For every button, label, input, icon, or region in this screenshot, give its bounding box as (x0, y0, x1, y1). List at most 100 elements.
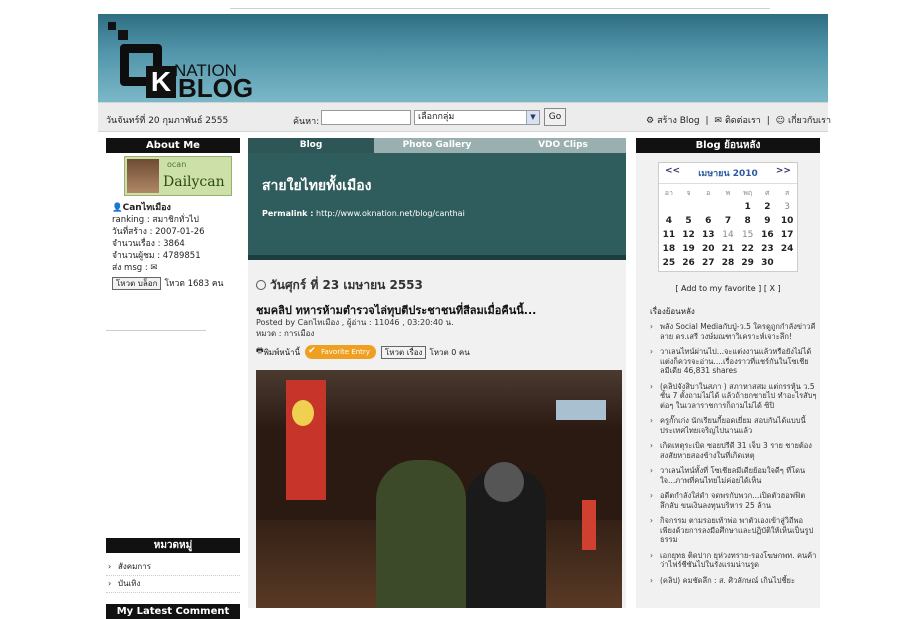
calendar-day[interactable]: 3 (777, 200, 797, 214)
calendar-day[interactable]: 5 (679, 214, 699, 228)
calendar-day[interactable]: 20 (698, 242, 718, 256)
archive-item[interactable]: (คลิปจังสิบาในสภา ) สภาหาสสม แต่กรรหุ้น … (650, 382, 818, 411)
calendar-day[interactable]: 7 (718, 214, 738, 228)
calendar-day[interactable] (659, 200, 679, 214)
oknation-blog-logo[interactable]: K NATION BLOG (108, 22, 258, 102)
archive-item[interactable]: วาเลนไทน์ทั้งที่ โซเชียลมีเดียย้อมใจดีๆ … (650, 466, 818, 485)
post-meta: Posted by Canไทเมือง , ผู้อ่าน : 11046 ,… (256, 317, 454, 339)
create-blog-link[interactable]: สร้าง Blog (657, 116, 700, 126)
archive-item[interactable]: เกิดเหตุระเบิด ซอยปรีดี 31 เจ็บ 3 ราย ชา… (650, 441, 818, 460)
logo-blog-text: BLOG (178, 73, 254, 103)
permalink: Permalink : http://www.oknation.net/blog… (262, 209, 465, 218)
calendar-weekdays: อา จ อ พ พฤ ศ ส (659, 186, 797, 200)
contact-link[interactable]: ติดต่อเรา (725, 116, 761, 126)
calendar-day[interactable]: 13 (698, 228, 718, 242)
post-date-text: วันศุกร์ ที่ 23 เมษายน 2553 (270, 278, 423, 292)
story-count: จำนวนเรื่อง : 3864 (112, 239, 185, 249)
calendar-day[interactable]: 25 (659, 256, 679, 270)
print-icon[interactable]: 🖶 (256, 345, 264, 359)
calendar-day[interactable]: 26 (679, 256, 699, 270)
latest-comment-heading: My Latest Comment (106, 604, 240, 619)
chevron-down-icon[interactable]: ▼ (526, 111, 539, 124)
page-wrapper: K NATION BLOG วันจันทร์ที่ 20 กุมภาพันธ์… (98, 14, 831, 619)
calendar-day[interactable]: 27 (698, 256, 718, 270)
archive-heading: Blog ย้อนหลัง (636, 138, 820, 153)
calendar-day[interactable]: 8 (738, 214, 758, 228)
video-soldier (376, 460, 466, 608)
calendar-day[interactable]: 28 (718, 256, 738, 270)
calendar-day[interactable] (777, 256, 797, 270)
calendar-day[interactable]: 14 (718, 228, 738, 242)
calendar-day[interactable]: 12 (679, 228, 699, 242)
calendar-day[interactable]: 16 (758, 228, 778, 242)
go-button[interactable]: Go (544, 108, 566, 126)
categories-heading: หมวดหมู่ (106, 538, 240, 553)
add-favorite-links[interactable]: [ Add to my favorite ] [ X ] (636, 284, 820, 293)
user-icon: 👤 (112, 203, 123, 213)
logo-square-1 (108, 22, 116, 30)
permalink-label: Permalink : (262, 209, 314, 218)
visitor-count: จำนวนผู้ชม : 4789851 (112, 251, 201, 261)
calendar-day[interactable]: 19 (679, 242, 699, 256)
avatar-name: Dailycan (163, 174, 225, 190)
avatar[interactable]: ocan Dailycan (124, 156, 232, 196)
calendar-day[interactable]: 29 (738, 256, 758, 270)
calendar-day[interactable]: 30 (758, 256, 778, 270)
favorite-entry-button[interactable]: Favorite Entry (305, 345, 376, 359)
calendar-day[interactable] (698, 200, 718, 214)
archive-item[interactable]: พลัง Social Mediaกับปู่-ว.5 ใครดูถูกกำลั… (650, 322, 818, 341)
calendar-day[interactable]: 24 (777, 242, 797, 256)
archive-item[interactable]: วาเลนไทน์ผ่านไป...จะแต่งงานแล้วหรือยังไม… (650, 347, 818, 376)
profile-info: 👤Canไทเมือง ranking : สมาชิกทั่วไป วันที… (112, 202, 223, 290)
divider (106, 330, 206, 331)
permalink-url[interactable]: http://www.oknation.net/blog/canthai (316, 209, 465, 218)
calendar-day[interactable]: 9 (758, 214, 778, 228)
vote-blog-button[interactable]: โหวต บล็อก (112, 277, 162, 290)
send-msg-label: ส่ง msg : (112, 263, 148, 273)
tab-bar: Blog Photo Gallery VDO Clips (248, 138, 626, 153)
search-input[interactable] (321, 110, 411, 125)
latest-comment-box: My Latest Comment (106, 604, 240, 619)
tab-photo-gallery[interactable]: Photo Gallery (374, 138, 500, 153)
calendar-day[interactable]: 23 (758, 242, 778, 256)
calendar-day[interactable]: 6 (698, 214, 718, 228)
vote-story-button[interactable]: โหวต เรื่อง (380, 345, 427, 359)
blog-title[interactable]: สายใยไทยทั้งเมือง (262, 175, 371, 197)
group-select[interactable]: เลือกกลุ่ม ▼ (414, 110, 540, 125)
calendar-day[interactable]: 18 (659, 242, 679, 256)
print-link[interactable]: พิมพ์หน้านี้ (264, 346, 301, 359)
archive-item[interactable]: อดีตกำลังใส่ดำ จดพรกับพวก...เปิดตัวฮอฟฟิ… (650, 491, 818, 510)
video-still[interactable] (256, 370, 622, 608)
main-content: Blog Photo Gallery VDO Clips สายใยไทยทั้… (248, 138, 626, 608)
video-signpost (582, 500, 596, 550)
tab-blog[interactable]: Blog (248, 138, 374, 153)
calendar-day[interactable]: 15 (738, 228, 758, 242)
calendar-next[interactable]: >> (776, 166, 791, 180)
username[interactable]: Canไทเมือง (123, 203, 171, 213)
calendar-week: 11 12 13 14 15 16 17 (659, 228, 797, 242)
calendar-day[interactable]: 11 (659, 228, 679, 242)
calendar-day[interactable]: 21 (718, 242, 738, 256)
calendar-prev[interactable]: << (665, 166, 680, 180)
archive-item[interactable]: (คลิป) คมชัดลึก : ส. ศิวลักษณ์ เกินไปชี้… (650, 576, 818, 586)
tab-vdo-clips[interactable]: VDO Clips (500, 138, 626, 153)
category-item[interactable]: บันเทิง (106, 576, 240, 593)
calendar-day[interactable]: 22 (738, 242, 758, 256)
create-blog-icon: ⚙ (646, 116, 655, 126)
avatar-small-text: ocan (167, 160, 187, 169)
calendar-day[interactable]: 10 (777, 214, 797, 228)
calendar-day[interactable]: 2 (758, 200, 778, 214)
calendar-day[interactable] (718, 200, 738, 214)
calendar-day[interactable]: 4 (659, 214, 679, 228)
archive-item[interactable]: กิจกรรม ตามรอยเท้าพ่อ พาตัวเองเข้าสู่วิถ… (650, 516, 818, 545)
calendar-day[interactable]: 1 (738, 200, 758, 214)
mail-icon[interactable]: ✉ (150, 263, 157, 273)
calendar-day[interactable] (679, 200, 699, 214)
about-link[interactable]: เกี่ยวกับเรา (788, 116, 831, 126)
category-item[interactable]: สังคมการ (106, 559, 240, 576)
archive-item[interactable]: เอกยุทธ ติดปาก ยุห่วงทราย-รองโฆษกพท. คนค… (650, 551, 818, 570)
about-icon: ☺ (775, 116, 786, 126)
top-divider (230, 8, 770, 9)
calendar-day[interactable]: 17 (777, 228, 797, 242)
archive-item[interactable]: ครูกั๊กเก่ง นักเรียนกี้ยอดเยี่ยม สอบกันไ… (650, 416, 818, 435)
